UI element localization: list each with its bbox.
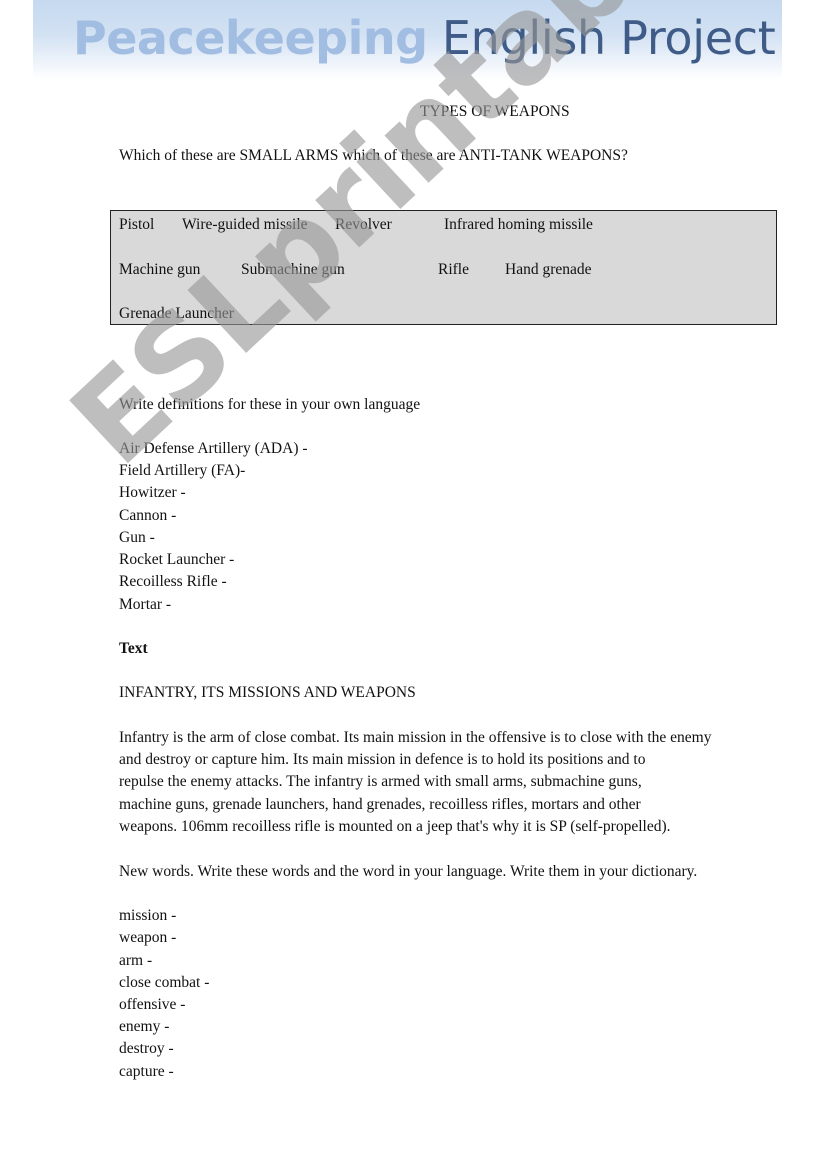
paragraph-line: Infantry is the arm of close combat. Its… xyxy=(119,729,712,746)
word-box: Pistol Wire-guided missile Revolver Infr… xyxy=(110,210,777,325)
paragraph-line: repulse the enemy attacks. The infantry … xyxy=(119,773,642,790)
word-box-item: Revolver xyxy=(335,216,392,233)
word-box-item: Wire-guided missile xyxy=(182,216,308,233)
word-box-item: Grenade Launcher xyxy=(119,305,234,322)
header-banner: Peacekeeping English Project xyxy=(33,0,782,80)
new-word-item: mission - xyxy=(119,907,177,924)
definition-item: Gun - xyxy=(119,529,155,546)
new-word-item: arm - xyxy=(119,952,153,969)
question-text: Which of these are SMALL ARMS which of t… xyxy=(119,147,628,164)
definition-item: Mortar - xyxy=(119,596,172,613)
definition-item: Recoilless Rifle - xyxy=(119,573,227,590)
definition-item: Cannon - xyxy=(119,507,177,524)
header-title-bold: Peacekeeping xyxy=(73,11,428,65)
new-word-item: destroy - xyxy=(119,1040,174,1057)
new-word-item: weapon - xyxy=(119,929,177,946)
word-box-item: Hand grenade xyxy=(505,261,592,278)
header-title: Peacekeeping English Project xyxy=(73,10,776,66)
new-words-instruction: New words. Write these words and the wor… xyxy=(119,863,698,880)
new-word-item: offensive - xyxy=(119,996,186,1013)
new-word-item: close combat - xyxy=(119,974,210,991)
new-word-item: enemy - xyxy=(119,1018,170,1035)
paragraph-line: weapons. 106mm recoilless rifle is mount… xyxy=(119,818,671,835)
definition-item: Rocket Launcher - xyxy=(119,551,235,568)
text-section-label: Text xyxy=(119,640,148,657)
new-word-item: capture - xyxy=(119,1063,174,1080)
worksheet-title: TYPES OF WEAPONS xyxy=(420,103,570,120)
word-box-item: Rifle xyxy=(438,261,469,278)
definition-item: Field Artillery (FA)- xyxy=(119,462,246,479)
word-box-item: Infrared homing missile xyxy=(444,216,593,233)
definition-item: Air Defense Artillery (ADA) - xyxy=(119,440,308,457)
paragraph-line: and destroy or capture him. Its main mis… xyxy=(119,751,646,768)
text-section-heading: INFANTRY, ITS MISSIONS AND WEAPONS xyxy=(119,684,416,701)
word-box-item: Pistol xyxy=(119,216,155,233)
header-title-light: English Project xyxy=(427,11,776,65)
definitions-instruction: Write definitions for these in your own … xyxy=(119,396,421,413)
definition-item: Howitzer - xyxy=(119,484,186,501)
paragraph-line: machine guns, grenade launchers, hand gr… xyxy=(119,796,641,813)
word-box-item: Machine gun xyxy=(119,261,201,278)
word-box-item: Submachine gun xyxy=(241,261,345,278)
